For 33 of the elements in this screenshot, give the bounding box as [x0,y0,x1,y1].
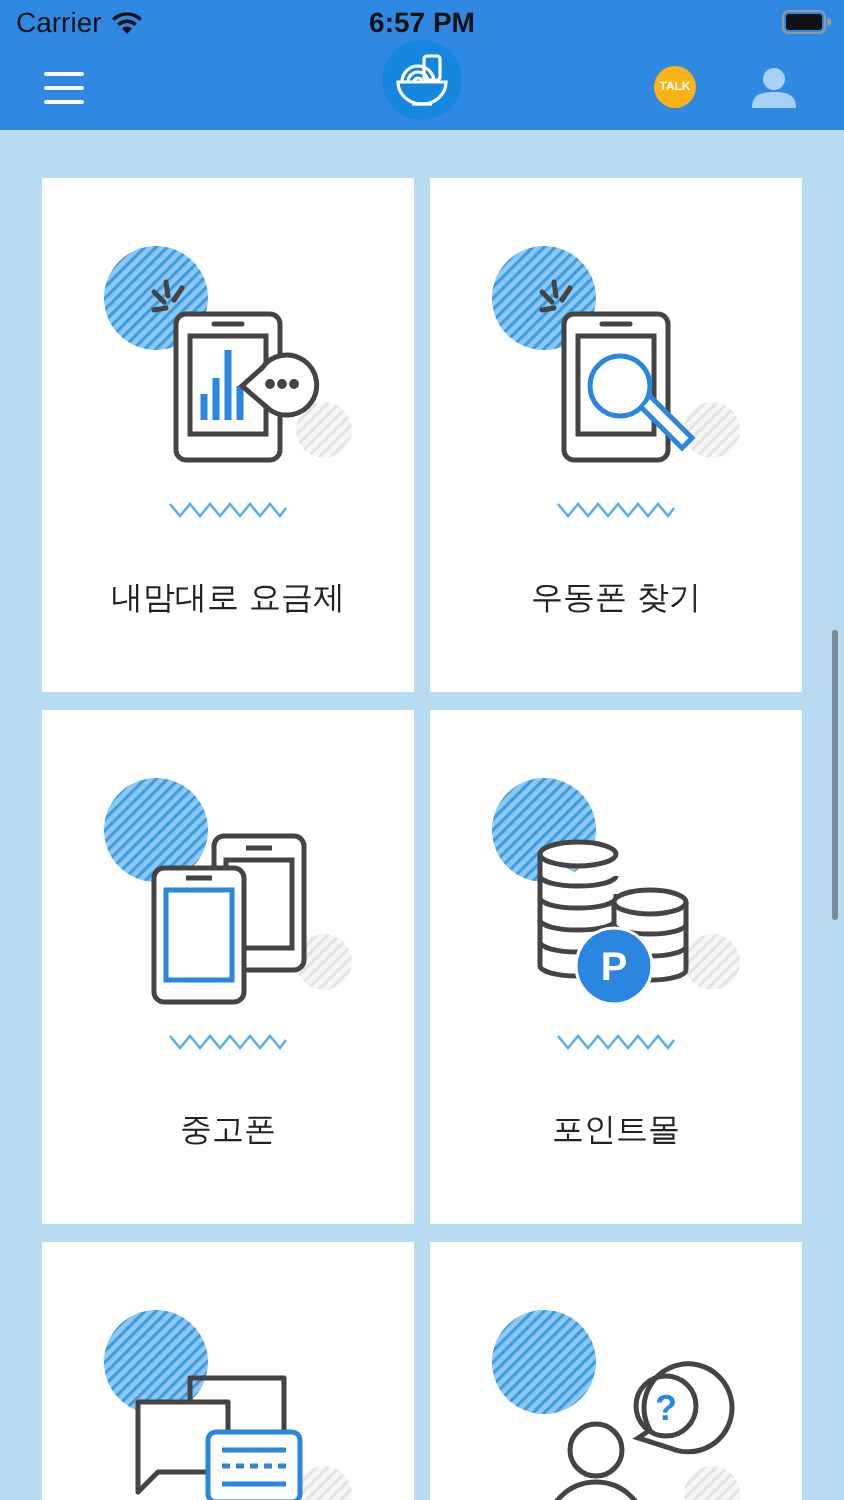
user-icon[interactable] [752,67,796,107]
hatched-circle-drawing [684,1466,740,1500]
zigzag-line [168,1034,288,1050]
battery-icon [782,10,832,34]
card-label: 내맘대로 요금제 [110,578,346,620]
zigzag-line [168,502,288,518]
carrier-name: Carrier [16,6,102,38]
chat-bubbles-icon [135,1375,303,1500]
menu-card[interactable]: 우동폰 찾기 [430,178,802,692]
hatched-circle-drawing [492,1310,596,1414]
wifi-icon [111,11,142,33]
hatched-circle-drawing [684,934,740,990]
hatched-circle-drawing [104,778,208,882]
menu-card[interactable]: P 포인트몰 [430,710,802,1224]
hatched-circle-drawing [296,402,352,458]
menu-icon[interactable] [44,69,84,105]
hatched-circle-drawing [104,1310,208,1414]
bar-graph-icon [200,346,244,424]
hatched-circle-drawing [684,402,740,458]
card-label: 우동폰 찾기 [530,578,702,620]
card-label: 중고폰 [180,1110,276,1152]
two-phones-icon [151,833,307,1005]
card-label: 포인트몰 [552,1110,680,1152]
menu-card[interactable]: ? [430,1242,802,1500]
phone-search-icon [539,279,696,463]
menu-card[interactable]: 중고폰 [42,710,414,1224]
bowl-logo-icon[interactable] [382,40,462,120]
hatched-circle-drawing [296,1466,352,1500]
status-time: 6:57 PM [369,6,475,38]
menu-card[interactable]: 내맘대로 요금제 [42,178,414,692]
zigzag-line [556,502,676,518]
zigzag-line [556,1034,676,1050]
hatched-circle-drawing [296,934,352,990]
